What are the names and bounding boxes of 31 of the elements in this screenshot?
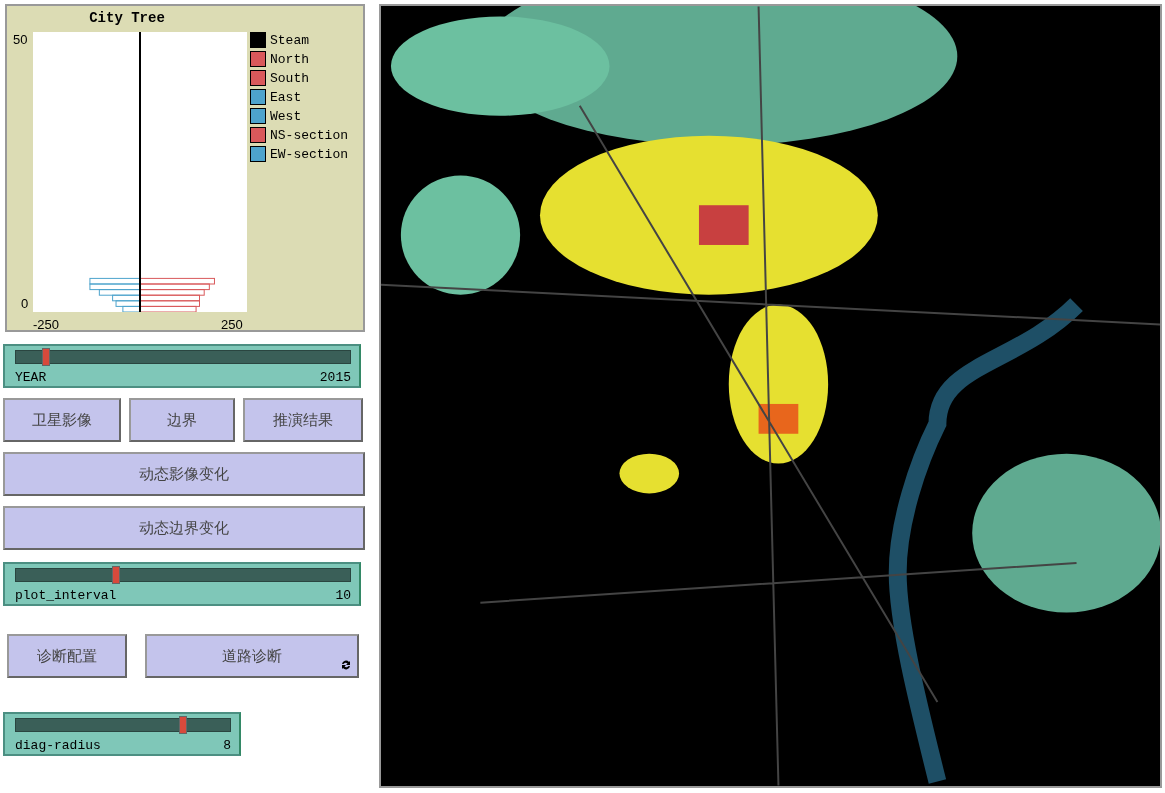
slider-label: YEAR <box>15 370 47 385</box>
legend-label: West <box>270 108 302 124</box>
slider-value: 2015 <box>319 370 351 385</box>
command-button[interactable]: 推演结果 <box>243 398 363 442</box>
legend-label: NS-section <box>270 127 348 143</box>
command-button[interactable]: 卫星影像 <box>3 398 121 442</box>
slider-thumb[interactable] <box>112 566 121 584</box>
command-button[interactable]: 边界 <box>129 398 235 442</box>
command-button[interactable]: 动态影像变化 <box>3 452 365 496</box>
axis-label: 50 <box>13 32 28 47</box>
slider[interactable]: diag-radius 8 <box>3 712 241 756</box>
legend-label: South <box>270 70 309 86</box>
axis-label: -250 <box>33 317 60 332</box>
plot-title: City Tree <box>88 10 166 26</box>
slider-label: diag-radius <box>15 738 101 753</box>
slider-thumb[interactable] <box>178 716 187 734</box>
slider-value: 8 <box>223 738 231 753</box>
axis-label: 0 <box>21 296 29 311</box>
command-button[interactable]: 动态边界变化 <box>3 506 365 550</box>
legend-label: Steam <box>270 32 309 48</box>
slider-label: plot_interval <box>15 588 117 603</box>
legend-label: North <box>270 51 309 67</box>
slider-thumb[interactable] <box>42 348 51 366</box>
slider-value: 10 <box>335 588 351 603</box>
slider[interactable]: YEAR 2015 <box>3 344 361 388</box>
slider[interactable]: plot_interval 10 <box>3 562 361 606</box>
command-button[interactable]: 诊断配置 <box>7 634 127 678</box>
legend-label: EW-section <box>270 146 348 162</box>
legend-label: East <box>270 89 302 105</box>
command-button[interactable]: 道路诊断 <box>145 634 359 678</box>
axis-label: 250 <box>221 317 243 332</box>
